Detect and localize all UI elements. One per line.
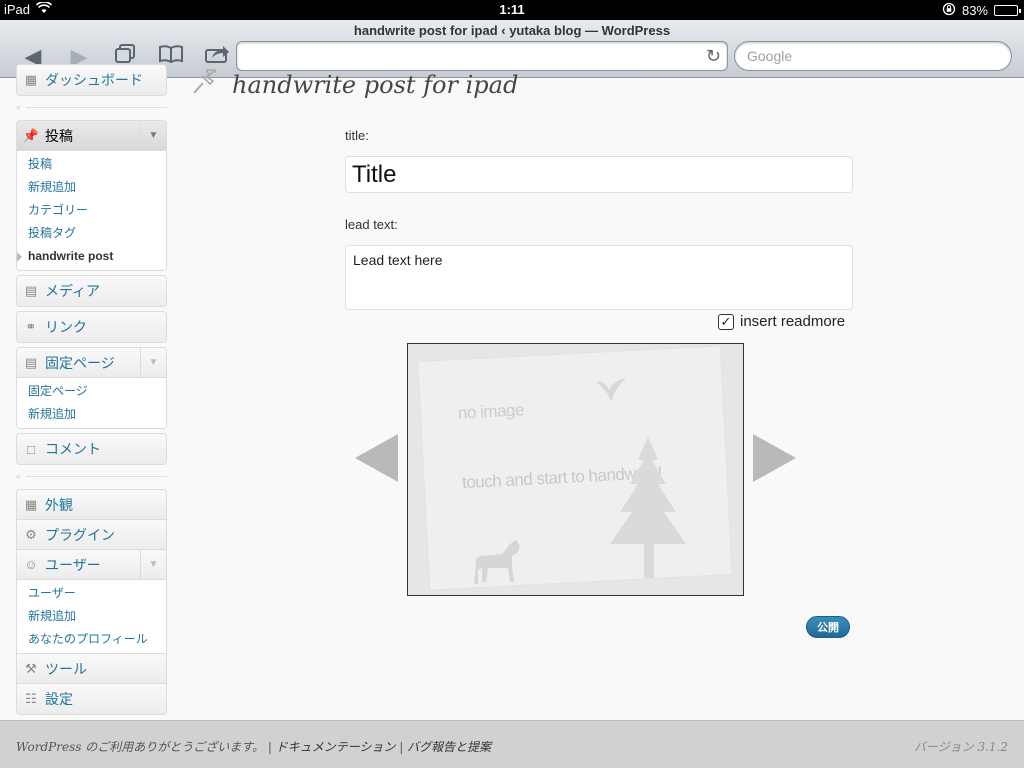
menu-users-label: ユーザー <box>45 556 101 573</box>
menu-pages[interactable]: ▤ 固定ページ ▼ <box>17 348 166 378</box>
search-input[interactable] <box>735 42 1011 70</box>
dog-icon <box>474 540 520 584</box>
submenu-posts: 投稿 新規追加 カテゴリー 投稿タグ handwrite post <box>17 151 166 270</box>
handwrite-canvas[interactable]: no image touch and start to handwrite! <box>407 343 744 596</box>
submenu-item-handwrite-post[interactable]: handwrite post <box>17 245 166 268</box>
users-icon: ☺ <box>24 557 38 572</box>
submenu-item-categories[interactable]: カテゴリー <box>17 199 166 222</box>
submenu-item-post-tags[interactable]: 投稿タグ <box>17 222 166 245</box>
tools-icon: ⚒ <box>25 660 37 676</box>
menu-appearance-group: ▦ 外観 ⚙ プラグイン ☺ ユーザー ▼ ユーザー 新規追加 あなたのプロフィ… <box>16 489 167 715</box>
comment-icon: □ <box>27 441 35 457</box>
menu-dashboard-label: ダッシュボード <box>45 72 143 88</box>
menu-users[interactable]: ☺ ユーザー ▼ <box>17 550 166 580</box>
menu-settings-label: 設定 <box>45 691 73 707</box>
lead-text-input[interactable]: Lead text here <box>345 245 853 310</box>
page-title: handwrite post for ipad <box>232 70 519 99</box>
menu-media-label: メディア <box>45 283 101 299</box>
submenu-item-users[interactable]: ユーザー <box>17 582 166 605</box>
footer-thanks: WordPress のご利用ありがとうございます。 <box>16 740 265 754</box>
footer-left: WordPress のご利用ありがとうございます。 | ドキュメンテーション |… <box>16 738 491 755</box>
readmore-label: insert readmore <box>740 313 846 330</box>
submenu-item-your-profile[interactable]: あなたのプロフィール <box>17 628 166 651</box>
menu-tools-label: ツール <box>45 660 87 677</box>
bird-icon <box>596 378 626 402</box>
appearance-icon: ▦ <box>24 496 38 512</box>
pushpin-icon <box>190 66 220 103</box>
menu-plugins[interactable]: ⚙ プラグイン <box>17 520 166 550</box>
plugin-icon: ⚙ <box>25 526 37 542</box>
feedback-link[interactable]: バグ報告と提案 <box>407 740 491 754</box>
dashboard-icon: ▦ <box>24 72 38 87</box>
chevron-down-icon[interactable]: ▼ <box>140 348 166 377</box>
browser-page-title: handwrite post for ipad ‹ yutaka blog — … <box>353 23 671 38</box>
menu-comments-label: コメント <box>45 441 101 457</box>
menu-pages-label: 固定ページ <box>45 354 115 371</box>
submenu-item-posts[interactable]: 投稿 <box>17 153 166 176</box>
menu-settings[interactable]: ☷ 設定 <box>17 684 166 714</box>
battery-icon <box>994 5 1021 16</box>
footer-divider: | <box>399 740 408 754</box>
menu-posts[interactable]: 📌 投稿 ▼ <box>17 121 166 151</box>
menu-appearance-label: 外観 <box>45 496 73 513</box>
menu-dashboard[interactable]: ▦ ダッシュボード <box>17 65 166 95</box>
menu-separator[interactable]: « <box>16 100 167 114</box>
media-icon: ▤ <box>24 283 38 298</box>
status-bar: iPad 1:11 83% <box>0 0 1024 20</box>
menu-comments-group: □ コメント <box>16 433 167 465</box>
page-heading: handwrite post for ipad <box>190 66 518 103</box>
submenu-item-add-new-user[interactable]: 新規追加 <box>17 605 166 628</box>
documentation-link[interactable]: ドキュメンテーション <box>276 740 396 754</box>
search-field[interactable] <box>734 41 1012 71</box>
submenu-item-add-new-post[interactable]: 新規追加 <box>17 176 166 199</box>
link-icon: ⚭ <box>25 319 37 334</box>
menu-media-group: ▤ メディア <box>16 275 167 307</box>
menu-posts-group: 📌 投稿 ▼ 投稿 新規追加 カテゴリー 投稿タグ handwrite post <box>16 120 167 271</box>
pages-icon: ▤ <box>24 354 38 370</box>
collapse-icon[interactable]: « <box>16 471 21 481</box>
menu-separator[interactable]: « <box>16 469 167 483</box>
no-image-text: no image <box>457 400 525 423</box>
submenu-pages: 固定ページ 新規追加 <box>17 378 166 428</box>
footer-divider: | <box>267 740 276 754</box>
admin-footer: WordPress のご利用ありがとうございます。 | ドキュメンテーション |… <box>0 720 1024 768</box>
publish-button[interactable]: 公開 <box>806 616 850 638</box>
version-text: バージョン 3.1.2 <box>913 740 1008 754</box>
previous-arrow-button[interactable] <box>355 434 398 482</box>
chevron-down-icon[interactable]: ▼ <box>140 121 166 150</box>
menu-tools[interactable]: ⚒ ツール <box>17 654 166 684</box>
menu-pages-group: ▤ 固定ページ ▼ 固定ページ 新規追加 <box>16 347 167 429</box>
menu-appearance[interactable]: ▦ 外観 <box>17 490 166 520</box>
title-input[interactable] <box>345 156 853 193</box>
menu-media[interactable]: ▤ メディア <box>17 276 166 306</box>
menu-posts-label: 投稿 <box>45 127 73 144</box>
submenu-users: ユーザー 新規追加 あなたのプロフィール <box>17 580 166 654</box>
submenu-item-pages[interactable]: 固定ページ <box>17 380 166 403</box>
menu-links-label: リンク <box>45 319 87 335</box>
lead-text-label: lead text: <box>345 217 398 232</box>
menu-links[interactable]: ⚭ リンク <box>17 312 166 342</box>
collapse-icon[interactable]: « <box>16 102 21 112</box>
next-arrow-button[interactable] <box>753 434 796 482</box>
tree-icon <box>610 436 686 578</box>
orientation-lock-icon <box>942 2 956 19</box>
checkmark-icon: ✓ <box>720 314 732 329</box>
chevron-down-icon[interactable]: ▼ <box>140 550 166 579</box>
settings-icon: ☷ <box>25 691 37 706</box>
menu-plugins-label: プラグイン <box>45 526 115 543</box>
menu-comments[interactable]: □ コメント <box>17 434 166 464</box>
title-label: title: <box>345 128 369 143</box>
battery-percent: 83% <box>961 3 988 18</box>
reload-icon[interactable]: ↻ <box>706 46 721 67</box>
insert-readmore-option[interactable]: ✓ insert readmore <box>718 313 845 330</box>
readmore-checkbox[interactable]: ✓ <box>718 313 734 330</box>
menu-links-group: ⚭ リンク <box>16 311 167 343</box>
pushpin-icon: 📌 <box>22 127 40 143</box>
admin-menu: ▦ ダッシュボード « 📌 投稿 ▼ 投稿 新規追加 カテゴリー 投稿タグ ha… <box>16 64 167 719</box>
menu-dashboard-group: ▦ ダッシュボード <box>16 64 167 96</box>
submenu-item-add-new-page[interactable]: 新規追加 <box>17 403 166 426</box>
status-time: 1:11 <box>499 2 525 17</box>
